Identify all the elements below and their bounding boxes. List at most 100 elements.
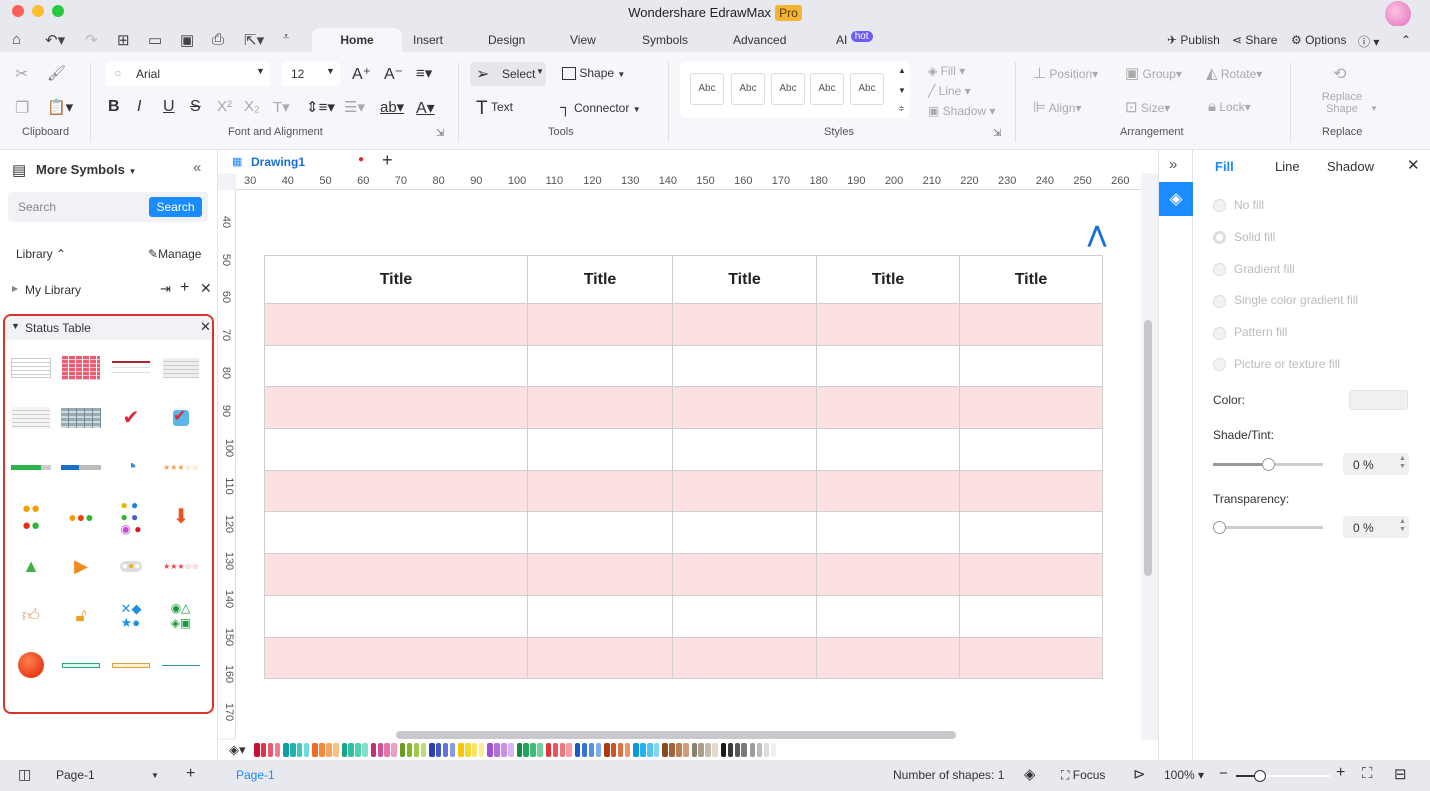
color-swatch[interactable]: [617, 743, 624, 757]
color-swatch[interactable]: [669, 743, 675, 757]
align-button[interactable]: ⊫ Align▾: [1033, 98, 1081, 116]
line-teal-icon[interactable]: [159, 645, 203, 685]
color-swatch[interactable]: [303, 743, 310, 757]
progress-blue-icon[interactable]: [59, 447, 103, 487]
transparency-input[interactable]: 0 % ▲ ▼: [1343, 516, 1409, 538]
color-swatch[interactable]: [362, 743, 368, 757]
table-cell[interactable]: [959, 511, 1103, 555]
color-swatch[interactable]: [581, 743, 588, 757]
shadow-button[interactable]: ▣ Shadow ▾: [928, 104, 995, 118]
replace-shape-icon[interactable]: ⟲: [1333, 64, 1346, 84]
column-header[interactable]: Title: [264, 255, 528, 304]
fit-width-icon[interactable]: ⊟: [1394, 765, 1407, 783]
table-cell[interactable]: [959, 303, 1103, 346]
fill-button[interactable]: ◈ Fill ▾: [928, 64, 965, 78]
scroll-down-icon[interactable]: ▼: [898, 86, 906, 95]
table-cell[interactable]: [264, 469, 528, 513]
add-icon[interactable]: +: [180, 279, 189, 297]
color-swatch[interactable]: [588, 743, 595, 757]
checkbox-checked-icon[interactable]: ✔: [159, 398, 203, 438]
connector-button[interactable]: ┐ Connector ▼: [560, 99, 641, 116]
table-cell[interactable]: [527, 386, 673, 430]
table-cell[interactable]: [672, 303, 817, 346]
color-swatch[interactable]: [662, 743, 668, 757]
style-preset[interactable]: Abc: [771, 73, 805, 105]
color-swatch[interactable]: [501, 743, 507, 757]
save-icon[interactable]: ▣: [180, 31, 194, 49]
table-cell[interactable]: [959, 344, 1103, 388]
bullet-list-icon[interactable]: ☰▾: [344, 98, 365, 116]
color-swatch[interactable]: [326, 743, 332, 757]
color-swatch[interactable]: [471, 743, 478, 757]
size-button[interactable]: ⊡ Size▾: [1125, 98, 1170, 116]
fill-option[interactable]: Picture or texture fill: [1213, 357, 1340, 372]
text-case-icon[interactable]: T▾: [273, 98, 290, 116]
table-cell[interactable]: [672, 594, 817, 638]
table-cell[interactable]: [816, 511, 960, 555]
table-cell[interactable]: [959, 428, 1103, 471]
color-swatch[interactable]: [267, 743, 274, 757]
color-swatch[interactable]: [420, 743, 427, 757]
fit-screen-icon[interactable]: ⛶: [1362, 765, 1373, 782]
zoom-in-button[interactable]: +: [1336, 764, 1345, 782]
color-swatch[interactable]: [647, 743, 653, 757]
tab-design[interactable]: Design: [488, 33, 525, 47]
search-button[interactable]: Search: [149, 197, 202, 217]
color-swatch[interactable]: [741, 743, 747, 757]
fill-bucket-icon[interactable]: ◈▾: [229, 742, 246, 758]
new-tab-button[interactable]: +: [382, 150, 393, 171]
color-swatch[interactable]: [770, 743, 777, 757]
fill-panel-icon[interactable]: ◈: [1159, 182, 1193, 216]
color-swatch[interactable]: [341, 743, 348, 757]
decrease-font-icon[interactable]: A⁻: [384, 64, 403, 84]
text-button[interactable]: T Text: [476, 98, 513, 120]
table-cell[interactable]: [527, 344, 673, 388]
table-red-header-icon[interactable]: [109, 348, 153, 388]
table-cell[interactable]: [264, 303, 528, 346]
status-table[interactable]: Title Title Title Title Title: [264, 255, 1103, 680]
table-cell[interactable]: [959, 386, 1103, 430]
color-swatch[interactable]: [465, 743, 471, 757]
table-cell[interactable]: [672, 636, 817, 680]
table-cell[interactable]: [527, 303, 673, 346]
color-swatch[interactable]: [604, 743, 610, 757]
increase-font-icon[interactable]: A⁺: [352, 64, 371, 84]
close-icon[interactable]: ✕: [200, 280, 212, 297]
page-select[interactable]: Page-1: [56, 768, 95, 782]
color-swatch[interactable]: [683, 743, 689, 757]
style-preset[interactable]: Abc: [731, 73, 765, 105]
color-swatch[interactable]: [734, 743, 741, 757]
underline-icon[interactable]: U: [163, 98, 175, 116]
fill-option[interactable]: No fill: [1213, 198, 1264, 213]
color-swatch[interactable]: [319, 743, 325, 757]
color-swatch[interactable]: [566, 743, 572, 757]
color-swatch[interactable]: [312, 743, 318, 757]
progress-green-icon[interactable]: [9, 447, 53, 487]
color-swatch[interactable]: [516, 743, 523, 757]
table-cell[interactable]: [527, 594, 673, 638]
color-swatch[interactable]: [640, 743, 646, 757]
table-cell[interactable]: [672, 553, 817, 596]
color-swatch[interactable]: [508, 743, 514, 757]
position-button[interactable]: ⊥ Position▾: [1033, 64, 1098, 82]
highlight-icon[interactable]: ab▾: [380, 98, 404, 116]
color-swatch[interactable]: [720, 743, 727, 757]
color-picker[interactable]: [1349, 390, 1408, 410]
style-preset[interactable]: Abc: [850, 73, 884, 105]
page-layout-icon[interactable]: ◫: [18, 766, 31, 783]
fill-option[interactable]: Gradient fill: [1213, 262, 1295, 276]
color-swatch[interactable]: [756, 743, 763, 757]
import-icon[interactable]: ⇥: [160, 281, 171, 297]
table-red-icon[interactable]: [59, 348, 103, 388]
my-library-item[interactable]: My Library: [25, 283, 81, 297]
expand-gallery-icon[interactable]: ≑: [898, 104, 905, 113]
color-swatch[interactable]: [552, 743, 559, 757]
avatar[interactable]: [1385, 1, 1411, 27]
color-swatch[interactable]: [260, 743, 267, 757]
table-cell[interactable]: [816, 344, 960, 388]
color-swatch[interactable]: [494, 743, 500, 757]
table-cell[interactable]: [527, 428, 673, 471]
table-cell[interactable]: [959, 469, 1103, 513]
table-cell[interactable]: [816, 553, 960, 596]
page-tab[interactable]: Page-1: [236, 768, 275, 782]
